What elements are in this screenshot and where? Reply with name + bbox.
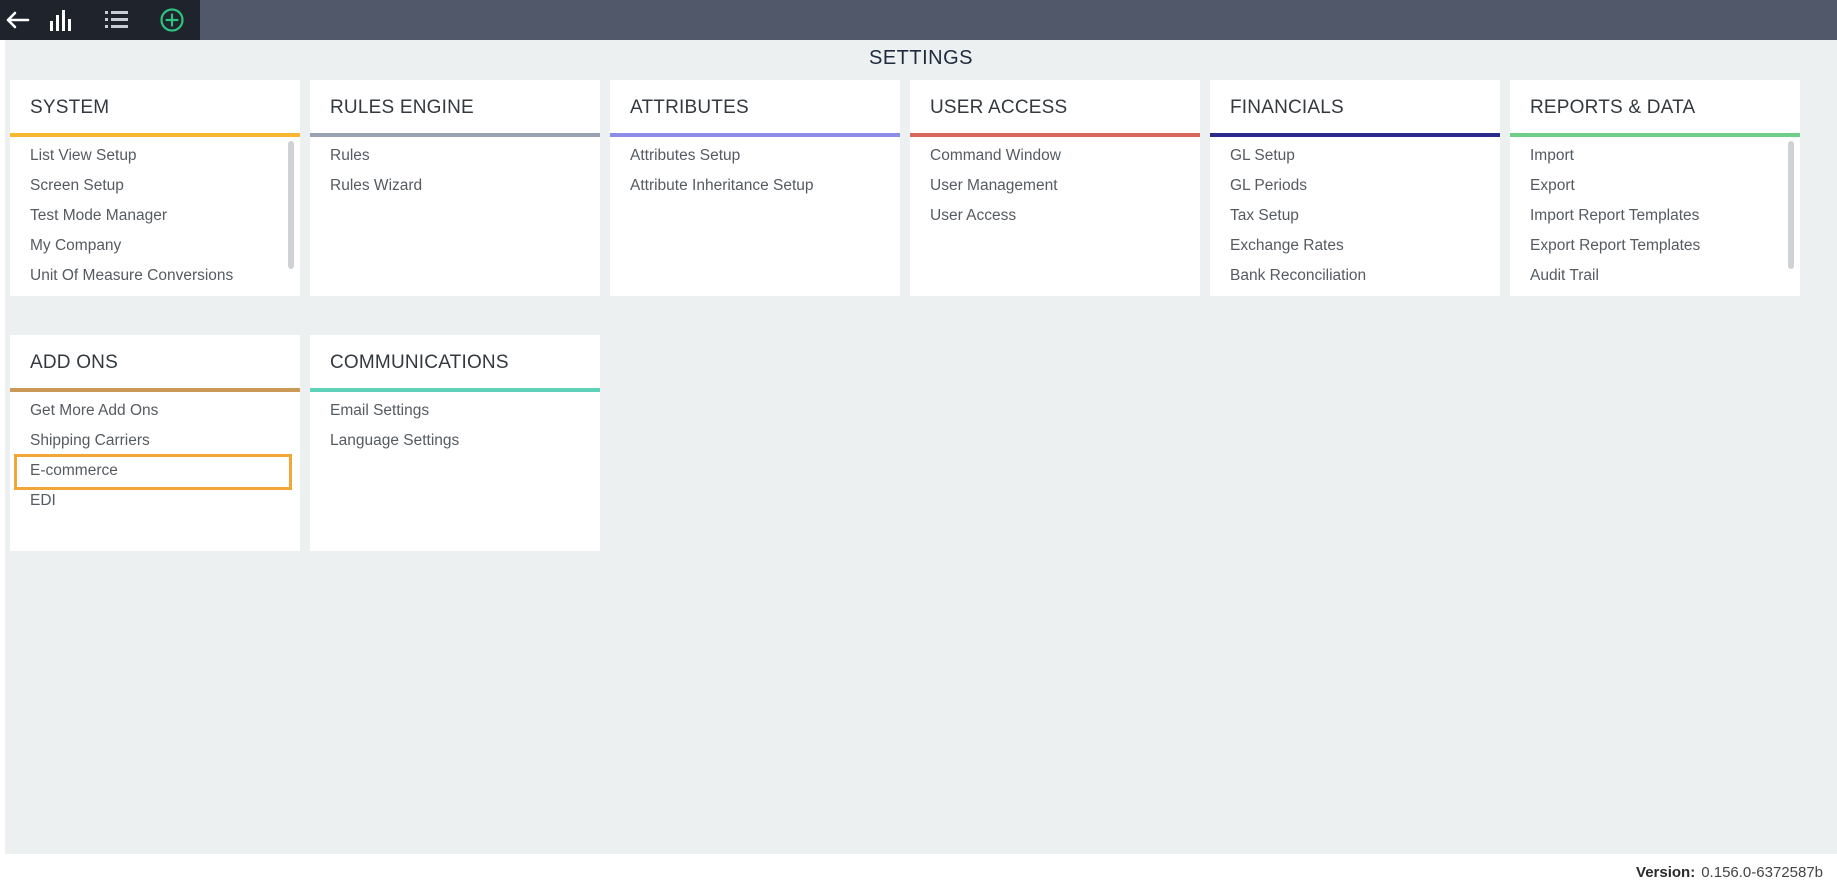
reports-button[interactable] xyxy=(34,0,89,40)
version-value: 0.156.0-6372587b xyxy=(1701,864,1823,881)
page-title: SETTINGS xyxy=(868,47,973,69)
settings-link-export-report-templates[interactable]: Export Report Templates xyxy=(1510,231,1800,261)
settings-link-attribute-inheritance-setup[interactable]: Attribute Inheritance Setup xyxy=(610,171,900,201)
settings-main: SETTINGS SYSTEM List View Setup Screen Se… xyxy=(5,40,1837,854)
card-header-attributes: ATTRIBUTES xyxy=(610,80,900,137)
settings-link-e-commerce[interactable]: E-commerce xyxy=(10,456,300,486)
list-button[interactable] xyxy=(89,0,144,40)
settings-link-gl-setup[interactable]: GL Setup xyxy=(1210,141,1500,171)
settings-link-get-more-add-ons[interactable]: Get More Add Ons xyxy=(10,396,300,426)
card-items-add-ons: Get More Add Ons Shipping Carriers E-comme… xyxy=(10,392,300,516)
settings-link-shipping-carriers[interactable]: Shipping Carriers xyxy=(10,426,300,456)
settings-link-list-view-setup[interactable]: List View Setup xyxy=(10,141,300,171)
card-items-financials: GL Setup GL Periods Tax Setup Exchange Rate… xyxy=(1210,137,1500,291)
card-items-reports-data: Import Export Import Report Templates Expor… xyxy=(1510,137,1800,291)
settings-link-audit-trail[interactable]: Audit Trail xyxy=(1510,261,1800,291)
card-items-communications: Email Settings Language Settings xyxy=(310,392,600,456)
settings-link-tax-setup[interactable]: Tax Setup xyxy=(1210,201,1500,231)
card-attributes: ATTRIBUTES Attributes Setup Attribute Inh… xyxy=(610,80,900,296)
plus-circle-icon xyxy=(160,8,184,32)
toolbar xyxy=(0,0,200,40)
card-header-reports-data: REPORTS & DATA xyxy=(1510,80,1800,137)
card-items-attributes: Attributes Setup Attribute Inheritance Se… xyxy=(610,137,900,201)
version-footer: Version: 0.156.0-6372587b xyxy=(1636,864,1823,881)
settings-link-rules[interactable]: Rules xyxy=(310,141,600,171)
settings-link-user-access[interactable]: User Access xyxy=(910,201,1200,231)
arrow-left-icon xyxy=(6,11,30,29)
back-button[interactable] xyxy=(0,0,34,40)
settings-link-export[interactable]: Export xyxy=(1510,171,1800,201)
card-header-system: SYSTEM xyxy=(10,80,300,137)
scrollbar[interactable] xyxy=(1788,141,1794,269)
card-user-access: USER ACCESS Command Window User Managemen… xyxy=(910,80,1200,296)
settings-link-command-window[interactable]: Command Window xyxy=(910,141,1200,171)
settings-link-unit-of-measure-conversions[interactable]: Unit Of Measure Conversions xyxy=(10,261,300,291)
settings-link-edi[interactable]: EDI xyxy=(10,486,300,516)
card-items-user-access: Command Window User Management User Access xyxy=(910,137,1200,231)
settings-link-language-settings[interactable]: Language Settings xyxy=(310,426,600,456)
card-rules-engine: RULES ENGINE Rules Rules Wizard xyxy=(310,80,600,296)
settings-link-import-report-templates[interactable]: Import Report Templates xyxy=(1510,201,1800,231)
settings-link-rules-wizard[interactable]: Rules Wizard xyxy=(310,171,600,201)
card-header-rules-engine: RULES ENGINE xyxy=(310,80,600,137)
settings-link-exchange-rates[interactable]: Exchange Rates xyxy=(1210,231,1500,261)
settings-link-user-management[interactable]: User Management xyxy=(910,171,1200,201)
scrollbar[interactable] xyxy=(288,141,294,269)
card-header-financials: FINANCIALS xyxy=(1210,80,1500,137)
card-header-add-ons: ADD ONS xyxy=(10,335,300,392)
settings-link-gl-periods[interactable]: GL Periods xyxy=(1210,171,1500,201)
settings-link-attributes-setup[interactable]: Attributes Setup xyxy=(610,141,900,171)
card-header-user-access: USER ACCESS xyxy=(910,80,1200,137)
list-icon xyxy=(104,11,128,28)
top-bar xyxy=(0,0,1837,40)
settings-link-test-mode-manager[interactable]: Test Mode Manager xyxy=(10,201,300,231)
card-header-communications: COMMUNICATIONS xyxy=(310,335,600,392)
card-reports-data: REPORTS & DATA Import Export Import Report… xyxy=(1510,80,1800,296)
settings-link-import[interactable]: Import xyxy=(1510,141,1800,171)
add-button[interactable] xyxy=(145,0,200,40)
settings-link-screen-setup[interactable]: Screen Setup xyxy=(10,171,300,201)
settings-link-my-company[interactable]: My Company xyxy=(10,231,300,261)
version-label: Version: xyxy=(1636,864,1696,881)
card-add-ons: ADD ONS Get More Add Ons Shipping Carrier… xyxy=(10,335,300,551)
card-items-system: List View Setup Screen Setup Test Mode Man… xyxy=(10,137,300,291)
bar-chart-icon xyxy=(50,10,72,31)
card-items-rules-engine: Rules Rules Wizard xyxy=(310,137,600,201)
card-system: SYSTEM List View Setup Screen Setup Test M… xyxy=(10,80,300,296)
card-communications: COMMUNICATIONS Email Settings Language Se… xyxy=(310,335,600,551)
settings-link-bank-reconciliation[interactable]: Bank Reconciliation xyxy=(1210,261,1500,291)
settings-link-email-settings[interactable]: Email Settings xyxy=(310,396,600,426)
card-financials: FINANCIALS GL Setup GL Periods Tax Setup Ex… xyxy=(1210,80,1500,296)
